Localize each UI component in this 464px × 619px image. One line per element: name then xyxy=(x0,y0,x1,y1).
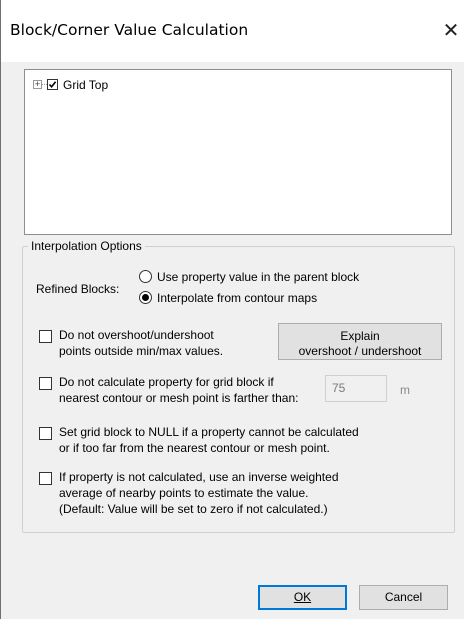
no-overshoot-line2: points outside min/max values. xyxy=(59,344,224,358)
no-overshoot-checkbox[interactable] xyxy=(39,330,52,343)
max-distance-line2: nearest contour or mesh point is farther… xyxy=(59,391,299,405)
inverse-weighted-checkbox[interactable] xyxy=(39,472,52,485)
checkmark-icon xyxy=(48,81,57,89)
set-null-checkbox[interactable] xyxy=(39,427,52,440)
ok-button-label: OK xyxy=(293,590,312,604)
grid-top-checkbox[interactable] xyxy=(47,79,58,90)
grid-tree-view[interactable]: + Grid Top xyxy=(24,69,452,235)
radio-interpolate-label[interactable]: Interpolate from contour maps xyxy=(157,291,317,305)
explain-line2: overshoot / undershoot xyxy=(298,344,422,358)
radio-interpolate-contour[interactable] xyxy=(139,291,152,304)
dialog-title: Block/Corner Value Calculation xyxy=(10,21,249,39)
cancel-button[interactable]: Cancel xyxy=(359,585,448,610)
no-overshoot-line1: Do not overshoot/undershoot xyxy=(59,328,214,342)
set-null-line2: or if too far from the nearest contour o… xyxy=(59,441,330,455)
refined-blocks-label: Refined Blocks: xyxy=(36,282,120,296)
max-distance-line1: Do not calculate property for grid block… xyxy=(59,375,274,389)
inverse-weighted-line3: (Default: Value will be set to zero if n… xyxy=(59,502,328,516)
radio-use-parent-label[interactable]: Use property value in the parent block xyxy=(157,270,359,284)
set-null-line1: Set grid block to NULL if a property can… xyxy=(59,425,359,439)
close-icon[interactable]: ✕ xyxy=(437,16,464,44)
tree-item-grid-top[interactable]: Grid Top xyxy=(63,78,108,92)
expand-icon[interactable]: + xyxy=(33,80,42,89)
group-title: Interpolation Options xyxy=(28,239,145,253)
title-bar: Block/Corner Value Calculation ✕ xyxy=(1,0,464,62)
radio-use-parent[interactable] xyxy=(139,270,152,283)
inverse-weighted-line1: If property is not calculated, use an in… xyxy=(59,470,339,484)
max-distance-input[interactable]: 75 xyxy=(325,375,387,402)
explain-line1: Explain xyxy=(340,329,380,343)
max-distance-checkbox[interactable] xyxy=(39,377,52,390)
window-border xyxy=(0,0,1,619)
explain-overshoot-button[interactable]: Explain overshoot / undershoot xyxy=(278,323,442,360)
inverse-weighted-line2: average of nearby points to estimate the… xyxy=(59,486,309,500)
cancel-button-label: Cancel xyxy=(384,590,423,604)
distance-unit: m xyxy=(400,383,410,397)
ok-button[interactable]: OK xyxy=(258,585,347,610)
